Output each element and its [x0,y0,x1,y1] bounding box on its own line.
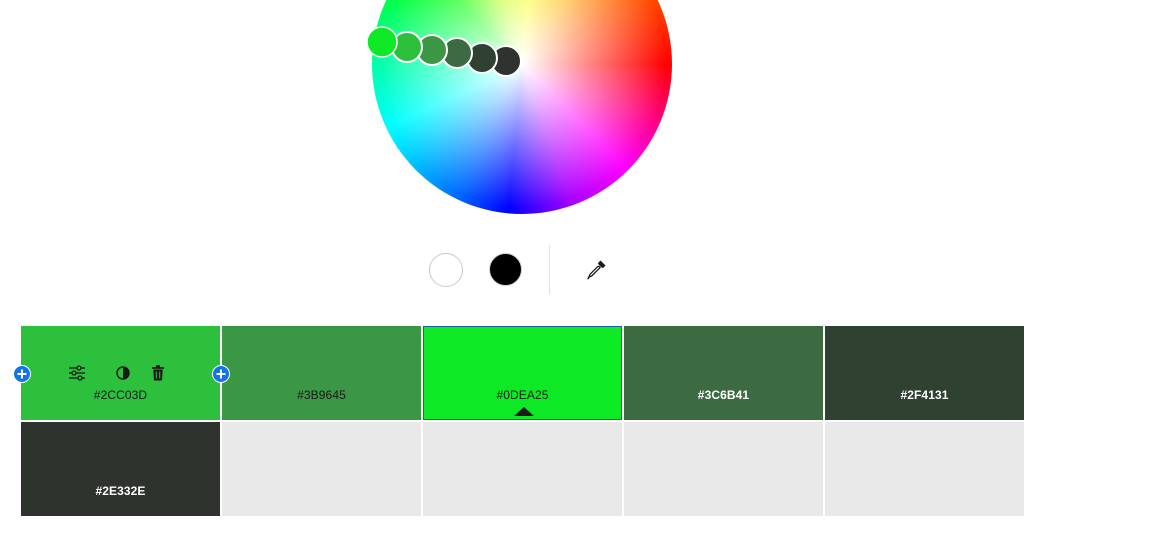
color-wheel-handles[interactable] [366,0,672,214]
empty-swatch-slot[interactable] [825,422,1024,516]
contrast-icon[interactable] [114,364,132,382]
swatch[interactable]: #0DEA25 [423,326,622,420]
empty-swatch-slot[interactable] [423,422,622,516]
black-circle-icon[interactable] [489,253,522,286]
swatch[interactable]: #2F4131 [825,326,1024,420]
selected-caret-icon [514,407,534,416]
swatch-hex-label[interactable]: #0DEA25 [424,388,621,402]
swatch-hex-label[interactable]: #3B9645 [222,388,421,402]
empty-swatch-slot[interactable] [624,422,823,516]
swatch[interactable]: #3B9645 [222,326,421,420]
add-swatch-right-button[interactable] [212,365,230,383]
color-palette-editor: #2CC03D #3B9645 #0DEA25 #3C6B41 #2F4131 #2E33… [0,0,1162,537]
color-handle-selected[interactable] [366,26,398,58]
color-wheel[interactable] [366,0,672,214]
empty-swatch-slot[interactable] [222,422,421,516]
add-swatch-left-button[interactable] [13,365,31,383]
white-circle-icon[interactable] [429,253,463,287]
eyedropper-icon[interactable] [583,257,609,283]
swatch[interactable]: #2E332E [21,422,220,516]
swatch-hex-label[interactable]: #2CC03D [21,388,220,402]
swatch[interactable]: #3C6B41 [624,326,823,420]
tools-divider [549,245,550,294]
trash-icon[interactable] [149,364,167,382]
swatch-hex-label[interactable]: #3C6B41 [624,388,823,402]
adjust-sliders-icon[interactable] [68,364,86,382]
swatch-toolbar [68,364,178,382]
swatch[interactable]: #2CC03D [21,326,220,420]
swatch-hex-label[interactable]: #2E332E [21,484,220,498]
swatch-hex-label[interactable]: #2F4131 [825,388,1024,402]
